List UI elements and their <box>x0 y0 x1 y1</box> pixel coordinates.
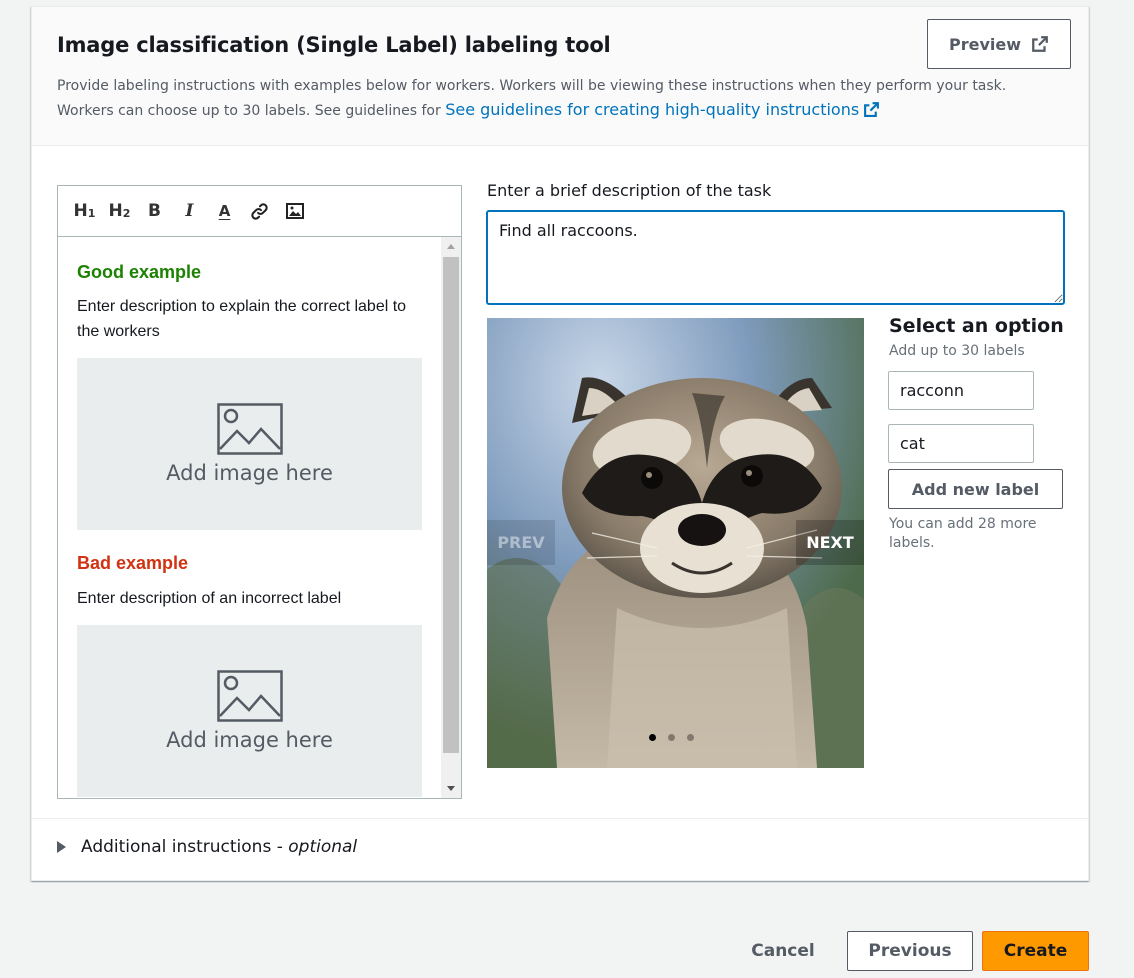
label-input-1[interactable] <box>888 371 1034 410</box>
bad-example-text: Enter description of an incorrect label <box>77 590 342 607</box>
editor-scrollbar[interactable] <box>441 237 461 798</box>
caret-right-icon <box>57 841 66 853</box>
label-input-2[interactable] <box>888 424 1034 463</box>
guidelines-link-label: See guidelines for creating high-quality… <box>445 100 860 119</box>
scroll-up-arrow-icon[interactable] <box>447 244 455 249</box>
task-description-label: Enter a brief description of the task <box>487 181 772 200</box>
image-placeholder-label: Add image here <box>166 728 333 752</box>
editor-content[interactable]: Good example Enter description to explai… <box>58 237 441 798</box>
preview-button[interactable]: Preview <box>927 19 1071 69</box>
bad-example-heading: Bad example <box>77 553 189 573</box>
sample-image-carousel: PREV NEXT <box>487 318 864 768</box>
labels-remaining-text: You can add 28 more labels. <box>889 516 1037 551</box>
image-placeholder-icon <box>216 403 283 455</box>
panel-header: Image classification (Single Label) labe… <box>32 7 1088 146</box>
good-example-image-placeholder[interactable]: Add image here <box>77 358 422 530</box>
section-divider <box>32 818 1088 819</box>
good-example-text: Enter description to explain the correct… <box>77 298 407 340</box>
preview-button-label: Preview <box>948 34 1021 54</box>
guidelines-link[interactable]: See guidelines for creating high-quality… <box>445 100 880 119</box>
text-color-icon[interactable]: A <box>213 200 236 223</box>
previous-button[interactable]: Previous <box>847 931 973 971</box>
bad-example-image-placeholder[interactable]: Add image here <box>77 625 422 797</box>
heading1-icon[interactable]: H1 <box>73 200 96 223</box>
additional-instructions-label: Additional instructions - optional <box>81 837 358 857</box>
carousel-dot[interactable] <box>649 734 656 741</box>
image-placeholder-icon <box>216 670 283 722</box>
select-option-subtitle: Add up to 30 labels <box>889 343 1025 359</box>
labeling-tool-panel: Image classification (Single Label) labe… <box>31 6 1089 881</box>
instructions-editor[interactable]: H1 H2 B I A Good example Enter descripti… <box>57 185 462 799</box>
carousel-indicators <box>649 734 694 741</box>
carousel-prev-button[interactable]: PREV <box>487 520 555 565</box>
link-icon[interactable] <box>248 200 271 223</box>
italic-icon[interactable]: I <box>178 200 201 223</box>
editor-toolbar: H1 H2 B I A <box>58 186 461 237</box>
additional-instructions-expander[interactable]: Additional instructions - optional <box>57 837 357 857</box>
scroll-down-arrow-icon[interactable] <box>447 786 455 791</box>
good-example-heading: Good example <box>77 262 202 282</box>
carousel-dot[interactable] <box>668 734 675 741</box>
carousel-dot[interactable] <box>687 734 694 741</box>
external-link-icon <box>864 102 880 117</box>
bold-icon[interactable]: B <box>143 200 166 223</box>
add-new-label-button[interactable]: Add new label <box>888 469 1063 509</box>
scrollbar-thumb[interactable] <box>443 257 459 753</box>
carousel-next-button[interactable]: NEXT <box>796 520 864 565</box>
image-placeholder-label: Add image here <box>166 461 333 485</box>
cancel-button[interactable]: Cancel <box>737 931 829 971</box>
image-icon[interactable] <box>283 200 306 223</box>
external-link-icon <box>1032 36 1048 52</box>
heading2-icon[interactable]: H2 <box>108 200 131 223</box>
create-button[interactable]: Create <box>982 931 1089 971</box>
task-description-input[interactable]: Find all raccoons. <box>486 210 1065 305</box>
panel-description: Provide labeling instructions with examp… <box>57 75 1067 123</box>
select-option-heading: Select an option <box>889 315 1064 337</box>
page-title: Image classification (Single Label) labe… <box>57 33 611 57</box>
